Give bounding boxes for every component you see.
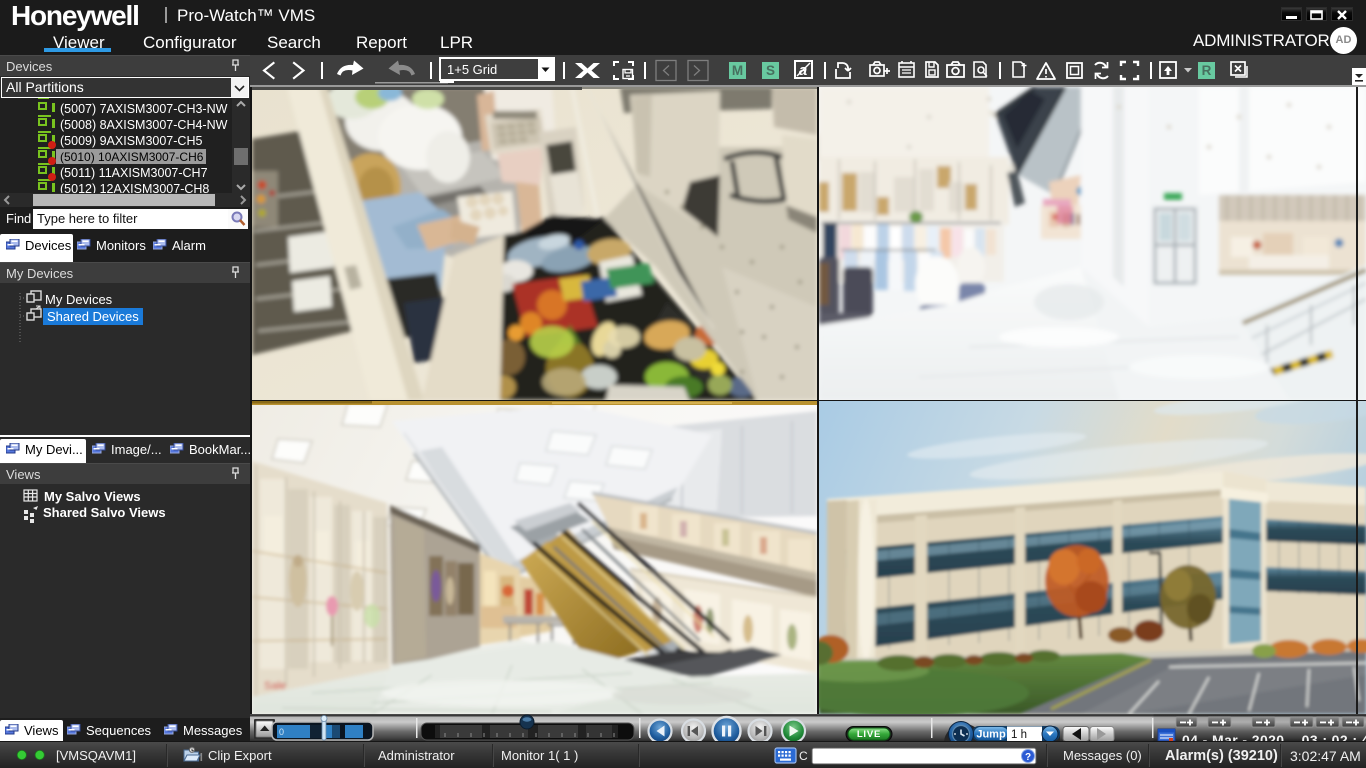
svg-text:LIVE: LIVE xyxy=(857,729,881,740)
svg-text:0: 0 xyxy=(279,727,284,737)
svg-text:?: ? xyxy=(1025,752,1031,763)
svg-text:M: M xyxy=(732,63,743,78)
svg-text:S: S xyxy=(766,63,775,78)
svg-text:04 - Mar - 2020 03 : 02 : 4: 04 - Mar - 2020 03 : 02 : 48 xyxy=(1182,732,1366,741)
svg-text:Jump: Jump xyxy=(976,729,1006,741)
svg-text:R: R xyxy=(1202,63,1212,78)
svg-text:1 h: 1 h xyxy=(1011,729,1027,741)
svg-text:Sale: Sale xyxy=(264,680,286,692)
